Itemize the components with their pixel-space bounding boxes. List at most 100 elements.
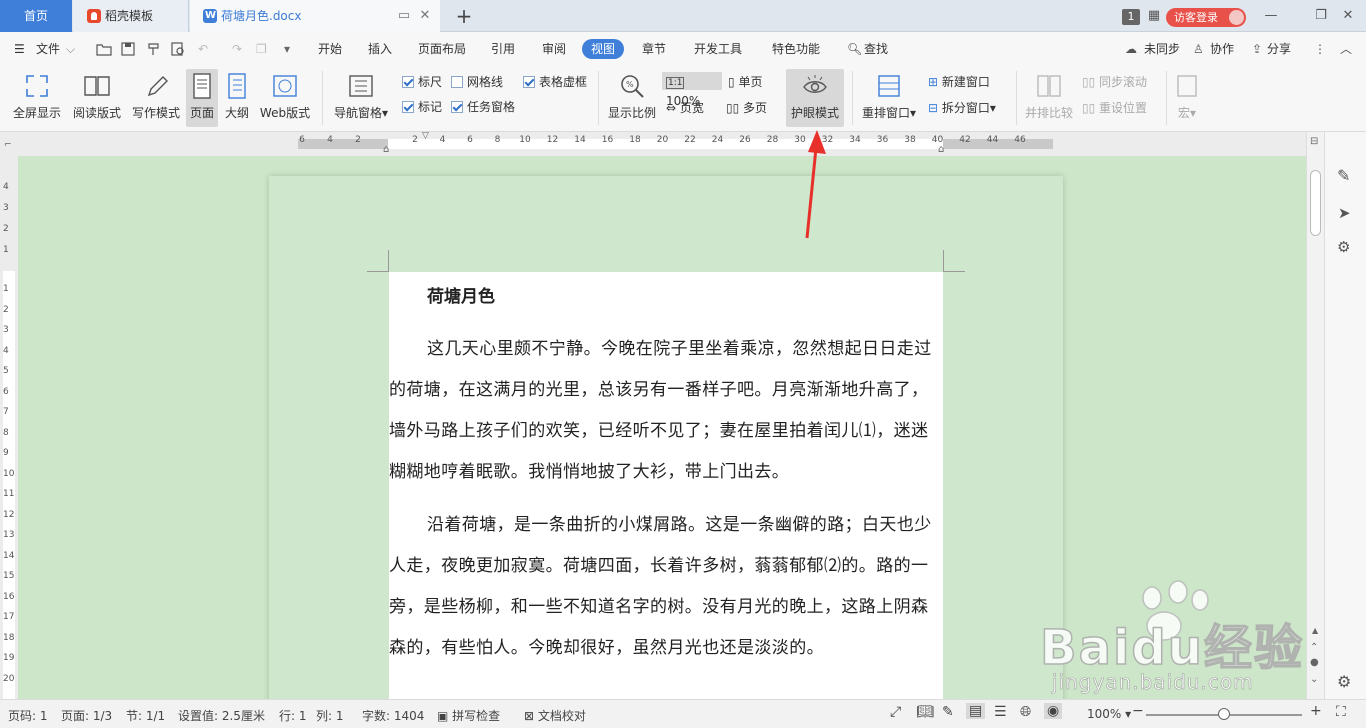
zoom-100-button[interactable]: 1:1 100% <box>662 72 722 108</box>
menu-page-layout[interactable]: 页面布局 <box>418 40 466 58</box>
read-mode-icon[interactable]: 📖︎ <box>916 704 934 720</box>
menu-references[interactable]: 引用 <box>491 40 515 58</box>
status-word-count[interactable]: 字数: 1404 <box>362 707 424 724</box>
web-layout-button[interactable]: Web版式 <box>256 69 314 127</box>
table-gridlines-checkbox[interactable]: 表格虚框 <box>523 73 587 91</box>
guest-login-button[interactable]: 访客登录 <box>1166 8 1246 27</box>
status-setting[interactable]: 设置值: 2.5厘米 <box>178 707 265 724</box>
eye-mode-button[interactable]: 护眼模式 <box>786 69 844 127</box>
window-count-badge[interactable]: 1 <box>1122 9 1140 25</box>
print-preview-icon[interactable] <box>170 41 186 57</box>
status-col[interactable]: 列: 1 <box>316 707 344 724</box>
outline-mode-icon[interactable]: ☰ <box>994 704 1007 720</box>
page-width-button[interactable]: ⇔ 页宽 <box>666 99 704 117</box>
search-icon[interactable]: 🔍︎ <box>847 40 862 58</box>
select-pointer-icon[interactable]: ➤ <box>1338 204 1351 222</box>
paragraph-2[interactable]: 沿着荷塘，是一条曲折的小煤屑路。这是一条幽僻的路；白天也少人走，夜晚更加寂寞。荷… <box>389 505 943 669</box>
undo-icon[interactable]: ↶ <box>198 40 208 58</box>
copy-icon[interactable]: ❐ <box>256 40 267 58</box>
new-window-button[interactable]: ⊞ 新建窗口 <box>928 73 990 91</box>
tab-stop-icon[interactable]: ⌐ <box>4 140 12 150</box>
menu-developer[interactable]: 开发工具 <box>694 40 742 58</box>
menu-view[interactable]: 视图 <box>582 39 625 59</box>
fullscreen-button[interactable]: 全屏显示 <box>8 69 66 127</box>
zoom-dropdown[interactable]: 100% ▾ <box>1087 707 1131 721</box>
spell-check-button[interactable]: ▣ 拼写检查 <box>437 707 500 724</box>
fit-window-icon[interactable]: ⛶ <box>1336 704 1346 720</box>
status-row[interactable]: 行: 1 <box>279 707 307 724</box>
gridlines-checkbox[interactable]: 网格线 <box>451 73 503 91</box>
text-area[interactable]: 荷塘月色 这几天心里颇不宁静。今晚在院子里坐着乘凉，忽然想起日日走过的荷塘，在这… <box>389 272 943 712</box>
redo-icon[interactable]: ↷ <box>232 40 242 58</box>
menu-file[interactable]: 文件 <box>36 40 60 58</box>
share-button[interactable]: 分享 <box>1267 40 1291 58</box>
single-page-button[interactable]: ▯ 单页 <box>728 73 762 91</box>
tab-document[interactable]: 荷塘月色.docx ▭ ✕ <box>190 0 440 32</box>
horizontal-ruler[interactable]: ⌐ 6 4 2 2 4 6 8 10 12 14 16 18 20 22 24 26 28 30 32 34 36 38 4… <box>0 131 1306 156</box>
more-quick-icon[interactable]: ▾ <box>284 40 290 58</box>
web-mode-icon[interactable]: 🌐︎ <box>1020 704 1031 720</box>
restore-tab-icon[interactable]: ▭ <box>397 9 411 23</box>
page-mode-icon[interactable]: ▤ <box>966 703 986 719</box>
tab-template[interactable]: 稻壳模板 <box>73 0 189 32</box>
close-tab-icon[interactable]: ✕ <box>418 9 432 23</box>
menu-start[interactable]: 开始 <box>318 40 342 58</box>
sync-scroll-button[interactable]: ▯▯ 同步滚动 <box>1082 73 1147 91</box>
format-painter-icon[interactable] <box>146 41 162 57</box>
vertical-ruler[interactable]: 4 3 2 1 1 2 3 4 5 6 7 8 9 10 11 12 13 14 15 16 17 18 19 20 <box>0 156 18 699</box>
maximize-icon[interactable]: ❐ <box>1310 5 1332 27</box>
status-pages[interactable]: 页面: 1/3 <box>61 707 112 724</box>
document-title[interactable]: 荷塘月色 <box>427 282 495 307</box>
sync-status[interactable]: 未同步 <box>1144 40 1180 58</box>
layout-icon[interactable]: ▦ <box>1143 5 1165 27</box>
edit-pen-icon[interactable]: ✎ <box>1337 166 1350 185</box>
chevron-down-icon[interactable]: ⌵ <box>66 40 75 58</box>
zoom-slider-knob[interactable] <box>1218 708 1230 720</box>
reading-layout-button[interactable]: 阅读版式 <box>68 69 126 127</box>
eye-mode-status-icon[interactable]: ◉ <box>1044 703 1063 719</box>
indent-marker-icon[interactable]: ⌂ <box>383 144 389 155</box>
outline-button[interactable]: 大纲 <box>222 69 252 127</box>
adjust-icon[interactable]: ⚙ <box>1337 238 1350 256</box>
side-by-side-button[interactable]: 并排比较 <box>1022 69 1076 127</box>
doc-proof-button[interactable]: ⊠ 文档校对 <box>524 707 586 724</box>
menu-chapter[interactable]: 章节 <box>642 40 666 58</box>
status-page-no[interactable]: 页码: 1 <box>8 707 48 724</box>
reset-position-button[interactable]: ▯▯ 重设位置 <box>1082 99 1147 117</box>
zoom-out-icon[interactable]: − <box>1132 703 1144 719</box>
minimize-icon[interactable]: — <box>1260 5 1282 27</box>
new-tab-button[interactable]: + <box>450 0 478 32</box>
split-window-button[interactable]: ⊟ 拆分窗口▾ <box>928 99 996 117</box>
collapse-ribbon-icon[interactable]: ︿ <box>1340 40 1352 58</box>
more-icon[interactable]: ⋮ <box>1314 40 1326 58</box>
paragraph-1[interactable]: 这几天心里颇不宁静。今晚在院子里坐着乘凉，忽然想起日日走过的荷塘，在这满月的光里… <box>389 329 943 493</box>
nav-pane-button[interactable]: 导航窗格▾ <box>330 69 392 127</box>
status-section[interactable]: 节: 1/1 <box>126 707 165 724</box>
hamburger-icon[interactable]: ☰ <box>14 40 25 58</box>
right-indent-icon[interactable]: ⌂ <box>938 144 944 155</box>
arrange-windows-button[interactable]: 重排窗口▾ <box>858 69 920 127</box>
document-page[interactable]: 荷塘月色 这几天心里颇不宁静。今晚在院子里坐着乘凉，忽然想起日日走过的荷塘，在这… <box>269 176 1063 716</box>
marks-checkbox[interactable]: 标记 <box>402 98 442 116</box>
menu-insert[interactable]: 插入 <box>368 40 392 58</box>
zoom-in-icon[interactable]: + <box>1310 703 1322 719</box>
collab-button[interactable]: 协作 <box>1210 40 1234 58</box>
macro-button[interactable]: 宏▾ <box>1172 69 1202 127</box>
task-pane-checkbox[interactable]: 任务窗格 <box>451 98 515 116</box>
menu-special[interactable]: 特色功能 <box>772 40 820 58</box>
tab-home[interactable]: 首页 <box>0 0 72 32</box>
multi-page-button[interactable]: ▯▯ 多页 <box>726 99 767 117</box>
close-window-icon[interactable]: ✕ <box>1337 5 1359 27</box>
scroll-thumb[interactable] <box>1310 170 1321 236</box>
menu-search[interactable]: 查找 <box>864 40 888 58</box>
zoom-ratio-button[interactable]: % 显示比例 <box>604 69 660 127</box>
scroll-settings-icon[interactable]: ⊟ <box>1310 136 1318 147</box>
save-icon[interactable] <box>120 41 136 57</box>
page-view-button[interactable]: 页面 <box>186 69 218 127</box>
fit-screen-icon[interactable]: ⤢ <box>890 704 901 720</box>
ruler-checkbox[interactable]: 标尺 <box>402 73 442 91</box>
first-line-indent-icon[interactable]: ▽ <box>422 131 429 141</box>
open-folder-icon[interactable] <box>96 41 112 57</box>
writing-mode-button[interactable]: 写作模式 <box>128 69 184 127</box>
menu-review[interactable]: 审阅 <box>542 40 566 58</box>
